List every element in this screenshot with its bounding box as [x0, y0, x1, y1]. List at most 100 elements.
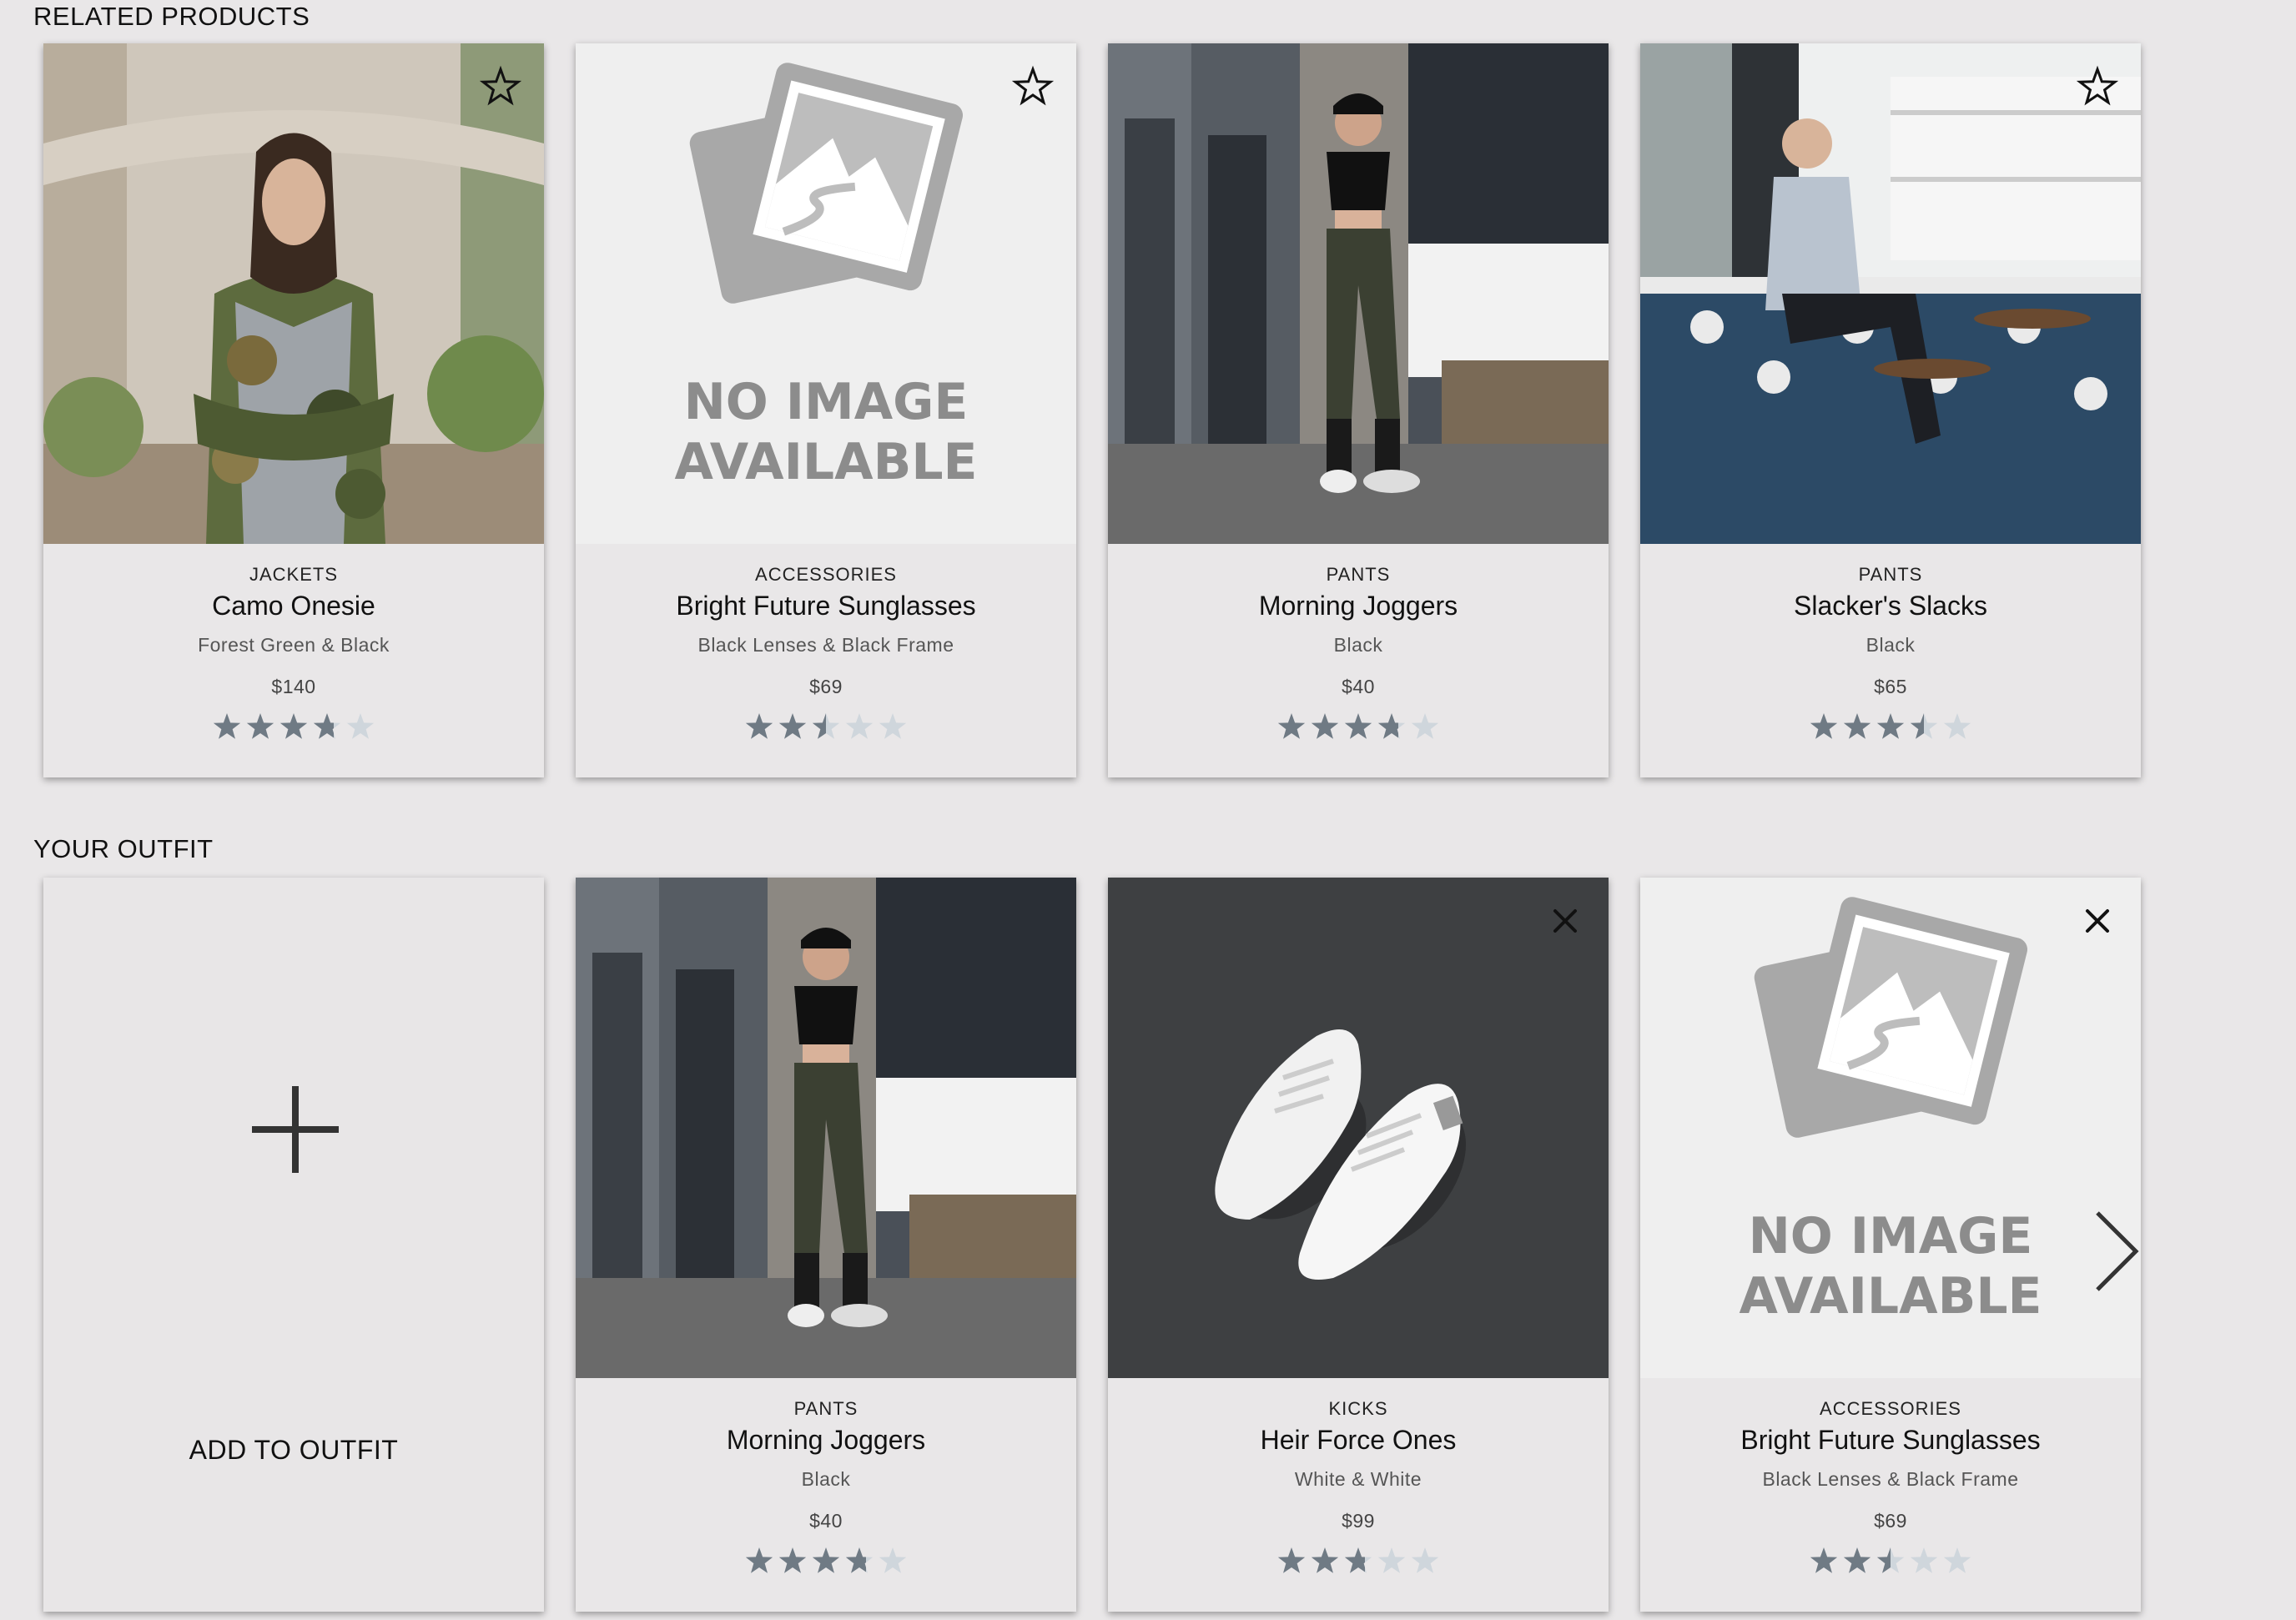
rating-star-icon [1876, 713, 1905, 739]
rating-star-icon [879, 1547, 907, 1573]
rating-star-icon [213, 713, 241, 739]
rating-star-icon [279, 713, 308, 739]
product-photo [1640, 43, 2141, 544]
add-to-favorites-button[interactable] [2076, 65, 2119, 108]
rating-star-icon [1910, 713, 1938, 739]
product-name: Camo Onesie [212, 591, 375, 621]
product-category: ACCESSORIES [755, 564, 897, 585]
star-icon [479, 65, 522, 106]
related-products-title: RELATED PRODUCTS [33, 2, 310, 31]
rating-star-icon [879, 713, 907, 739]
rating-star-icon [1311, 713, 1339, 739]
product-card[interactable]: NO IMAGE AVAILABLE ACCESSORIES Bright Futur… [576, 43, 1076, 777]
close-icon [2086, 909, 2109, 933]
star-rating [43, 711, 544, 744]
rating-star-icon [845, 713, 874, 739]
rating-star-icon [1843, 1547, 1871, 1573]
your-outfit-carousel: ADD TO OUTFIT PANTS Morning Joggers Black $… [0, 878, 2296, 1612]
star-rating [1640, 711, 2141, 744]
product-style: Black [801, 1468, 851, 1490]
carousel-next-button[interactable] [2092, 1210, 2142, 1293]
no-image-placeholder: NO IMAGEAVAILABLE [1640, 878, 2141, 1378]
add-to-favorites-button[interactable] [1011, 65, 1055, 108]
rating-star-icon [346, 713, 375, 739]
product-image[interactable]: NO IMAGE AVAILABLE [576, 43, 1076, 544]
product-category: KICKS [1328, 1398, 1388, 1419]
rating-star-icon [1810, 1547, 1838, 1573]
product-style: Black [1333, 634, 1383, 656]
rating-star-icon [1377, 713, 1406, 739]
star-rating [1640, 1545, 2141, 1578]
outfit-card[interactable]: PANTS Morning Joggers Black $40 [576, 878, 1076, 1612]
outfit-card[interactable]: KICKS Heir Force Ones White & White $99 [1108, 878, 1609, 1612]
no-image-text-line2: AVAILABLE [1739, 1267, 2042, 1326]
product-info: ACCESSORIES Bright Future Sunglasses Black… [1640, 1378, 2141, 1612]
rating-star-icon [845, 1547, 874, 1573]
add-to-outfit-label: ADD TO OUTFIT [189, 1435, 399, 1465]
product-card[interactable]: PANTS Morning Joggers Black $40 [1108, 43, 1609, 777]
add-to-favorites-button[interactable] [479, 65, 522, 108]
product-photo [576, 878, 1076, 1378]
product-image[interactable]: NO IMAGE AVAILABLE [1640, 878, 2141, 1378]
rating-star-icon [1943, 713, 1971, 739]
product-category: JACKETS [249, 564, 339, 585]
no-image-text-line1: NO IMAGE [684, 373, 969, 431]
star-rating [576, 711, 1076, 744]
remove-from-outfit-button[interactable] [1543, 899, 1587, 943]
star-icon [1011, 65, 1055, 106]
product-style: Black Lenses & Black Frame [697, 634, 954, 656]
rating-star-icon [745, 1547, 773, 1573]
product-name: Heir Force Ones [1260, 1425, 1457, 1455]
product-style: Forest Green & Black [198, 634, 390, 656]
product-category: PANTS [793, 1398, 858, 1419]
product-name: Morning Joggers [1258, 591, 1458, 621]
rating-star-icon [1277, 1547, 1306, 1573]
product-card[interactable]: JACKETS Camo Onesie Forest Green & Black $1… [43, 43, 544, 777]
rating-star-icon [1843, 713, 1871, 739]
related-products-carousel: JACKETS Camo Onesie Forest Green & Black $1… [0, 43, 2296, 777]
star-rating [1108, 1545, 1609, 1578]
product-info: ACCESSORIES Bright Future Sunglasses Black… [576, 544, 1076, 777]
product-category: PANTS [1326, 564, 1391, 585]
product-style: Black [1866, 634, 1916, 656]
remove-from-outfit-button[interactable] [2076, 899, 2119, 943]
product-photo [43, 43, 544, 544]
star-icon [2076, 65, 2119, 106]
star-rating [576, 1545, 1076, 1578]
product-image[interactable] [1640, 43, 2141, 544]
product-price: $140 [271, 676, 316, 697]
no-image-text-line1: NO IMAGE [1749, 1207, 2033, 1265]
product-photo [1108, 43, 1609, 544]
add-to-outfit-card[interactable]: ADD TO OUTFIT [43, 878, 544, 1612]
product-image[interactable] [1108, 878, 1609, 1378]
rating-star-icon [1277, 713, 1306, 739]
product-style: Black Lenses & Black Frame [1762, 1468, 2019, 1490]
product-card[interactable]: PANTS Slacker's Slacks Black $65 [1640, 43, 2141, 777]
product-price: $69 [809, 676, 843, 697]
rating-star-icon [812, 1547, 840, 1573]
product-info: KICKS Heir Force Ones White & White $99 [1108, 1378, 1609, 1612]
rating-star-icon [1377, 1547, 1406, 1573]
rating-star-icon [1311, 1547, 1339, 1573]
no-image-text-line2: AVAILABLE [674, 433, 977, 491]
rating-star-icon [1344, 1547, 1372, 1573]
product-image[interactable] [43, 43, 544, 544]
product-price: $69 [1874, 1510, 1907, 1532]
chevron-right-icon [2096, 1211, 2139, 1291]
product-photo [1108, 878, 1609, 1378]
star-rating [1108, 711, 1609, 744]
product-image[interactable] [1108, 43, 1609, 544]
product-price: $65 [1874, 676, 1907, 697]
product-price: $40 [809, 1510, 843, 1532]
product-price: $40 [1342, 676, 1375, 697]
product-category: ACCESSORIES [1820, 1398, 1961, 1419]
product-image[interactable] [576, 878, 1076, 1378]
rating-star-icon [745, 713, 773, 739]
rating-star-icon [246, 713, 274, 739]
outfit-card[interactable]: NO IMAGE AVAILABLE ACCESSORIES Bright Futur… [1640, 878, 2141, 1612]
rating-star-icon [1876, 1547, 1905, 1573]
no-image-placeholder: NO IMAGEAVAILABLE [576, 43, 1076, 544]
product-name: Bright Future Sunglasses [676, 591, 976, 621]
product-category: PANTS [1858, 564, 1923, 585]
rating-star-icon [778, 713, 807, 739]
